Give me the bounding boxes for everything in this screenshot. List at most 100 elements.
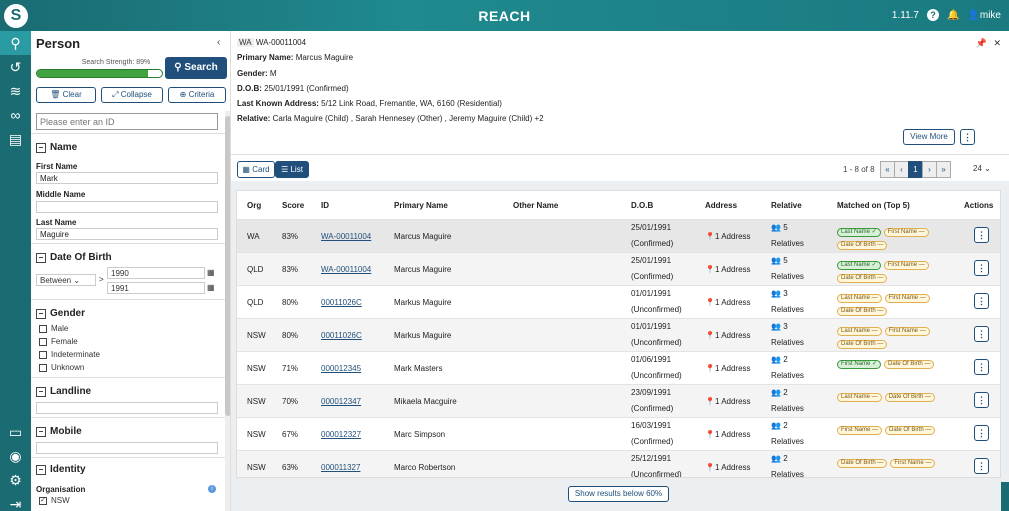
row-id-link[interactable]: 00011026C [321, 298, 362, 307]
row-address: 📍1 Address [705, 430, 751, 439]
row-id-link[interactable]: 000012347 [321, 397, 361, 406]
name-section-header[interactable]: Name [36, 142, 77, 153]
dob-mode-select[interactable]: Between ⌄ [36, 274, 96, 286]
dob-from-field[interactable]: 1990 [107, 267, 205, 279]
calendar-icon[interactable]: ▦ [207, 283, 215, 292]
col-id[interactable]: ID [321, 201, 329, 210]
pin-icon[interactable]: 📌 [976, 38, 987, 49]
mobile-section: Mobile [31, 417, 225, 457]
eye-icon[interactable]: ◉ [0, 444, 31, 468]
middle-name-field[interactable] [36, 201, 218, 213]
row-id-link[interactable]: 000012345 [321, 364, 361, 373]
col-matched[interactable]: Matched on (Top 5) [837, 201, 910, 210]
landline-field[interactable] [36, 402, 218, 414]
feed-icon[interactable]: ≋ [0, 79, 31, 103]
per-page-select[interactable]: 24 ⌄ [973, 164, 991, 173]
table-row[interactable]: WA 83% WA-00011004 Marcus Maguire 25/01/… [237, 219, 1000, 252]
row-id-link[interactable]: 00011026C [321, 331, 362, 340]
col-primary-name[interactable]: Primary Name [394, 201, 448, 210]
row-id-link[interactable]: WA-00011004 [321, 265, 371, 274]
dob-to-field[interactable]: 1991 [107, 282, 205, 294]
gender-option-indeterminate[interactable]: Indeterminate [39, 350, 100, 359]
first-page-button[interactable]: « [880, 161, 895, 178]
list-view-toggle[interactable]: ☰ List [275, 161, 309, 178]
detail-more-icon[interactable]: ⋮ [960, 129, 975, 145]
row-actions-icon[interactable]: ⋮ [974, 260, 989, 276]
row-actions-icon[interactable]: ⋮ [974, 425, 989, 441]
criteria-button[interactable]: ⊕ Criteria [168, 87, 226, 103]
row-id-link[interactable]: WA-00011004 [321, 232, 371, 241]
last-name-field[interactable]: Maguire [36, 228, 218, 240]
row-actions-icon[interactable]: ⋮ [974, 227, 989, 243]
id-search-input[interactable] [36, 113, 218, 130]
table-row[interactable]: NSW 80% 00011026C Markus Maguire 01/01/1… [237, 318, 1000, 351]
table-row[interactable]: NSW 63% 000011327 Marco Robertson 25/12/… [237, 450, 1000, 477]
search-icon[interactable]: ⚲ [0, 31, 31, 55]
top-bar: S REACH 1.11.7 ? 🔔 👤mike [0, 0, 1009, 31]
col-relative[interactable]: Relative [771, 201, 802, 210]
results-table: Org Score ID Primary Name Other Name D.O… [236, 190, 1001, 478]
show-more-button[interactable]: Show results below 60% [568, 486, 669, 502]
mobile-section-header[interactable]: Mobile [36, 426, 82, 437]
info-icon[interactable]: i [208, 485, 216, 493]
next-page-button[interactable]: › [922, 161, 937, 178]
view-more-button[interactable]: View More [903, 129, 955, 145]
gender-option-male[interactable]: Male [39, 324, 68, 333]
collapse-button[interactable]: ⤢ Collapse [101, 87, 163, 103]
row-dob: 16/03/1991 (Confirmed) [631, 418, 673, 450]
clear-button[interactable]: 🗑 Clear [36, 87, 96, 103]
prev-page-button[interactable]: ‹ [894, 161, 909, 178]
org-option-nsw[interactable]: ✓ NSW [39, 496, 70, 505]
checkbox-checked[interactable]: ✓ [39, 496, 47, 505]
table-row[interactable]: NSW 71% 000012345 Mark Masters 01/06/199… [237, 351, 1000, 384]
gender-option-unknown[interactable]: Unknown [39, 363, 84, 372]
row-actions-icon[interactable]: ⋮ [974, 326, 989, 342]
col-dob[interactable]: D.O.B [631, 201, 653, 210]
link-icon[interactable]: ∞ [0, 103, 31, 127]
checkbox[interactable] [39, 363, 47, 372]
first-name-field[interactable]: Mark [36, 172, 218, 184]
checkbox[interactable] [39, 337, 47, 346]
history-icon[interactable]: ↺ [0, 55, 31, 79]
report-icon[interactable]: ▭ [0, 420, 31, 444]
dob-section-header[interactable]: Date Of Birth [36, 252, 112, 263]
help-icon[interactable]: ? [926, 9, 939, 21]
settings-icon[interactable]: ⚙ [0, 468, 31, 492]
search-button[interactable]: ⚲ Search [165, 57, 227, 79]
col-other-name[interactable]: Other Name [513, 201, 558, 210]
detail-primary-name: Primary Name: Marcus Maguire [237, 53, 353, 62]
col-score[interactable]: Score [282, 201, 304, 210]
bell-icon[interactable]: 🔔 [947, 10, 959, 21]
close-icon[interactable]: ✕ [993, 38, 1001, 49]
collapse-sidebar-icon[interactable]: ‹ [217, 37, 220, 48]
row-id-link[interactable]: 000011327 [321, 463, 360, 472]
col-address[interactable]: Address [705, 201, 737, 210]
user-menu[interactable]: 👤mike [967, 10, 1001, 21]
detail-relative: Relative: Carla Maguire (Child) , Sarah … [237, 114, 544, 123]
mobile-field[interactable] [36, 442, 218, 454]
row-actions-icon[interactable]: ⋮ [974, 293, 989, 309]
landline-section-header[interactable]: Landline [36, 386, 91, 397]
calendar-icon[interactable]: ▦ [207, 268, 215, 277]
page-button[interactable]: 1 [908, 161, 923, 178]
row-actions-icon[interactable]: ⋮ [974, 392, 989, 408]
identity-section-title: Identity [50, 464, 86, 475]
row-actions-icon[interactable]: ⋮ [974, 359, 989, 375]
gender-option-female[interactable]: Female [39, 337, 78, 346]
gender-section-header[interactable]: Gender [36, 308, 85, 319]
table-row[interactable]: QLD 80% 00011026C Markus Maguire 01/01/1… [237, 285, 1000, 318]
table-row[interactable]: NSW 70% 000012347 Mikaela Macguire 23/09… [237, 384, 1000, 417]
col-org[interactable]: Org [247, 201, 261, 210]
card-view-toggle[interactable]: ▦ Card [237, 161, 275, 178]
checkbox[interactable] [39, 324, 47, 333]
document-icon[interactable]: ▤ [0, 127, 31, 151]
table-row[interactable]: NSW 67% 000012327 Marc Simpson 16/03/199… [237, 417, 1000, 450]
last-page-button[interactable]: » [936, 161, 951, 178]
logout-icon[interactable]: ⇥ [0, 492, 31, 511]
table-row[interactable]: QLD 83% WA-00011004 Marcus Maguire 25/01… [237, 252, 1000, 285]
row-score: 83% [282, 232, 299, 241]
row-actions-icon[interactable]: ⋮ [974, 458, 989, 474]
row-id-link[interactable]: 000012327 [321, 430, 361, 439]
checkbox[interactable] [39, 350, 47, 359]
identity-section-header[interactable]: Identity [36, 464, 86, 475]
